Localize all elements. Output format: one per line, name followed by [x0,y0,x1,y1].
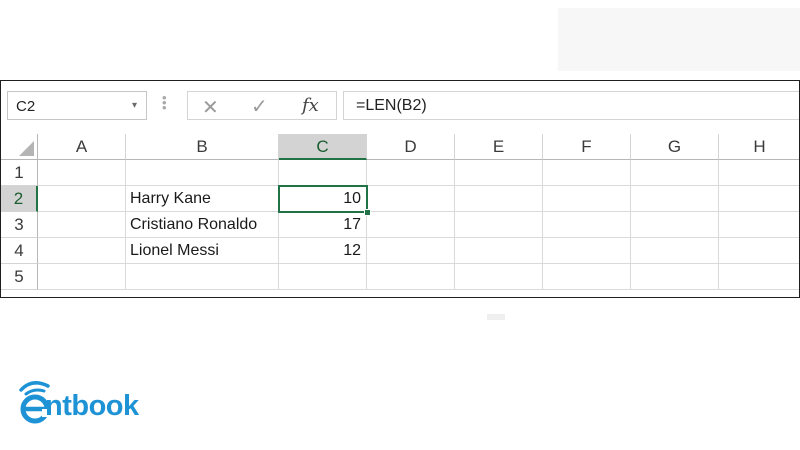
column-header-f[interactable]: F [543,134,631,160]
cell-b1[interactable] [126,160,279,186]
row-header-5[interactable]: 5 [1,264,38,290]
row-header-4[interactable]: 4 [1,238,38,264]
cell-f2[interactable] [543,186,631,212]
cell-d5[interactable] [367,264,455,290]
cell-g1[interactable] [631,160,719,186]
cell-g2[interactable] [631,186,719,212]
formula-input[interactable]: =LEN(B2) [343,91,799,120]
excel-window: C2 ▾ • • • ✕ ✓ fx =LEN(B2) A B C D E F G H… [0,80,800,298]
background-panel [558,8,800,71]
cell-d3[interactable] [367,212,455,238]
column-header-g[interactable]: G [631,134,719,160]
column-header-a[interactable]: A [38,134,126,160]
spreadsheet-grid: A B C D E F G H 1 2 3 4 5 Harry Kane 10 Cr… [1,134,799,297]
cell-c3[interactable]: 17 [279,212,367,238]
column-header-h[interactable]: H [719,134,799,160]
cell-a4[interactable] [38,238,126,264]
cell-a3[interactable] [38,212,126,238]
name-box-value: C2 [16,98,36,115]
cell-a1[interactable] [38,160,126,186]
name-box[interactable]: C2 ▾ [7,91,147,120]
cell-value: 17 [343,216,361,233]
cell-h4[interactable] [719,238,799,264]
cell-f4[interactable] [543,238,631,264]
select-all-icon [19,141,34,156]
column-header-e[interactable]: E [455,134,543,160]
cell-value: Lionel Messi [130,242,219,259]
logo-text: ntbook [45,390,139,422]
cell-e5[interactable] [455,264,543,290]
cell-value: 10 [343,190,361,207]
cell-c2[interactable]: 10 [279,186,367,212]
cell-b5[interactable] [126,264,279,290]
chevron-down-icon[interactable]: ▾ [132,100,137,111]
column-header-c[interactable]: C [279,134,367,160]
row-header-1[interactable]: 1 [1,160,38,186]
cell-c1[interactable] [279,160,367,186]
cell-value: Cristiano Ronaldo [130,216,258,233]
cell-b2[interactable]: Harry Kane [126,186,279,212]
cell-h1[interactable] [719,160,799,186]
formula-buttons: ✕ ✓ fx [187,91,337,120]
cell-a5[interactable] [38,264,126,290]
cell-value: 12 [343,242,361,259]
cell-b4[interactable]: Lionel Messi [126,238,279,264]
cell-f5[interactable] [543,264,631,290]
select-all-button[interactable] [1,134,38,160]
column-header-b[interactable]: B [126,134,279,160]
cell-h5[interactable] [719,264,799,290]
cell-e4[interactable] [455,238,543,264]
cell-d2[interactable] [367,186,455,212]
cell-e2[interactable] [455,186,543,212]
cell-c4[interactable]: 12 [279,238,367,264]
cell-h3[interactable] [719,212,799,238]
cell-a2[interactable] [38,186,126,212]
logo: ntbook [18,378,168,428]
column-header-d[interactable]: D [367,134,455,160]
fill-handle[interactable] [364,209,371,216]
cell-value: Harry Kane [130,190,211,207]
background-mark [487,314,505,320]
formula-bar: C2 ▾ • • • ✕ ✓ fx =LEN(B2) [1,81,799,128]
cell-g4[interactable] [631,238,719,264]
cell-c5[interactable] [279,264,367,290]
cell-b3[interactable]: Cristiano Ronaldo [126,212,279,238]
cell-g3[interactable] [631,212,719,238]
cell-e3[interactable] [455,212,543,238]
enter-icon[interactable]: ✓ [251,94,268,119]
cell-f1[interactable] [543,160,631,186]
cell-g5[interactable] [631,264,719,290]
cell-h2[interactable] [719,186,799,212]
cell-e1[interactable] [455,160,543,186]
row-header-3[interactable]: 3 [1,212,38,238]
cell-d4[interactable] [367,238,455,264]
drag-handle-icon[interactable]: • • • [162,91,167,114]
cell-d1[interactable] [367,160,455,186]
cancel-icon[interactable]: ✕ [202,95,219,120]
insert-function-icon[interactable]: fx [302,95,319,116]
formula-text: =LEN(B2) [356,97,427,114]
cell-f3[interactable] [543,212,631,238]
row-header-2[interactable]: 2 [1,186,38,212]
